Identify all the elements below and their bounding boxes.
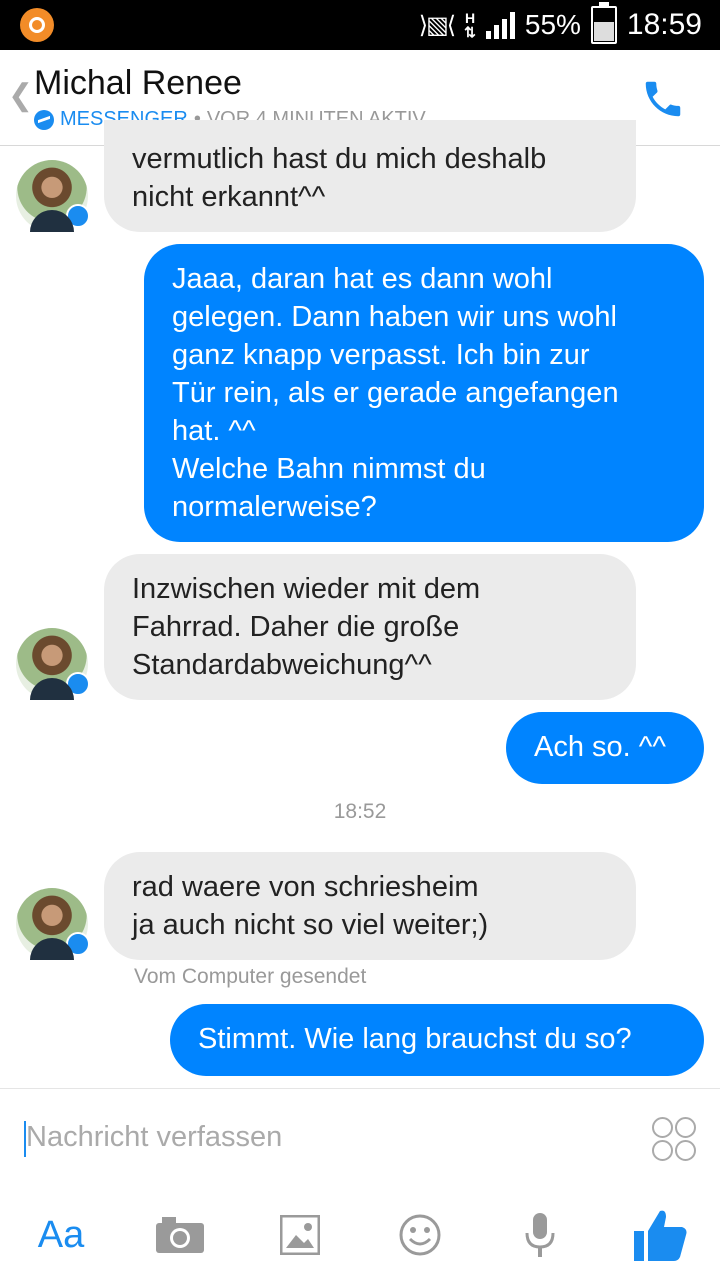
network-type: H ⇅ bbox=[464, 10, 476, 40]
message-bubble-incoming[interactable]: Inzwischen wieder mit dem Fahrrad. Daher… bbox=[104, 554, 636, 700]
message-bubble-incoming[interactable]: rad waere von schriesheim ja auch nicht … bbox=[104, 852, 636, 960]
vibrate-icon: ⟩▧⟨ bbox=[418, 11, 456, 39]
message-bubble-incoming[interactable]: vermutlich hast du mich deshalb nicht er… bbox=[104, 120, 636, 232]
message-timestamp: 18:52 bbox=[333, 800, 387, 823]
status-bar: ⟩▧⟨ H ⇅ 55% 18:59 bbox=[0, 0, 720, 50]
messenger-badge-icon bbox=[66, 672, 90, 696]
avatar[interactable] bbox=[16, 628, 90, 700]
stickers-icon[interactable] bbox=[652, 1117, 696, 1161]
message-bubble-outgoing[interactable]: Stimmt. Wie lang brauchst du so? bbox=[170, 1004, 704, 1076]
avatar[interactable] bbox=[16, 888, 90, 960]
camera-icon[interactable] bbox=[145, 1200, 215, 1270]
messenger-badge-icon bbox=[66, 932, 90, 956]
message-bubble-outgoing[interactable]: Jaaa, daran hat es dann wohl gelegen. Da… bbox=[144, 244, 704, 542]
sent-from-note: Vom Computer gesendet bbox=[134, 965, 367, 988]
back-arrow-icon[interactable]: ❮ bbox=[8, 78, 33, 113]
avatar[interactable] bbox=[16, 160, 90, 232]
message-bubble-outgoing[interactable]: Ach so. ^^ bbox=[506, 712, 704, 784]
message-input[interactable]: Nachricht verfassen bbox=[26, 1121, 282, 1154]
app-notification-icon bbox=[20, 8, 54, 42]
messenger-icon bbox=[34, 109, 54, 130]
battery-percent: 55% bbox=[524, 9, 581, 40]
battery-icon bbox=[590, 2, 617, 44]
composer-toolbar: Aa bbox=[0, 1190, 720, 1280]
emoji-icon[interactable] bbox=[385, 1200, 455, 1270]
text-format-button[interactable]: Aa bbox=[26, 1200, 96, 1270]
message-composer[interactable]: Nachricht verfassen bbox=[0, 1088, 720, 1189]
messenger-badge-icon bbox=[66, 204, 90, 228]
contact-name[interactable]: Michal Renee bbox=[34, 64, 242, 103]
phone-icon[interactable] bbox=[640, 76, 686, 122]
clock: 18:59 bbox=[626, 8, 702, 41]
gallery-icon[interactable] bbox=[265, 1200, 335, 1270]
like-icon[interactable] bbox=[625, 1200, 695, 1270]
signal-icon bbox=[485, 11, 515, 39]
microphone-icon[interactable] bbox=[505, 1200, 575, 1270]
